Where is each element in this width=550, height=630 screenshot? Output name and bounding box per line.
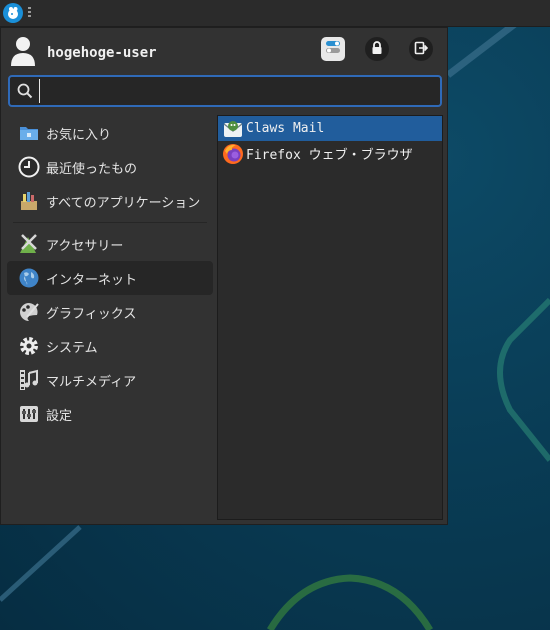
top-panel bbox=[0, 0, 550, 27]
panel-drag-handle[interactable] bbox=[28, 7, 31, 19]
category-recent[interactable]: 最近使ったもの bbox=[7, 150, 213, 184]
lock-screen-button[interactable] bbox=[365, 37, 389, 61]
accessories-icon bbox=[17, 232, 41, 256]
whisker-menu-icon[interactable] bbox=[3, 3, 23, 23]
all-apps-icon bbox=[17, 189, 41, 213]
whisker-menu: hogehoge-user お気に入り 最近使ったもの すべてのアプリケーション… bbox=[0, 27, 448, 525]
log-out-button[interactable] bbox=[409, 37, 433, 61]
category-list: お気に入り 最近使ったもの すべてのアプリケーション アクセサリー インターネッ… bbox=[7, 116, 213, 431]
firefox-icon bbox=[222, 143, 244, 165]
lock-icon bbox=[370, 40, 384, 59]
category-label: アクセサリー bbox=[46, 238, 124, 254]
app-item-claws-mail[interactable]: Claws Mail bbox=[218, 116, 442, 141]
logout-icon bbox=[414, 40, 429, 59]
category-label: すべてのアプリケーション bbox=[46, 195, 201, 211]
claws-mail-icon bbox=[222, 118, 244, 140]
category-accessories[interactable]: アクセサリー bbox=[7, 227, 213, 261]
clock-icon bbox=[17, 155, 41, 179]
category-all-apps[interactable]: すべてのアプリケーション bbox=[7, 184, 213, 218]
search-input[interactable] bbox=[39, 79, 416, 103]
user-icon[interactable] bbox=[9, 36, 37, 70]
category-internet[interactable]: インターネット bbox=[7, 261, 213, 295]
category-separator bbox=[13, 222, 207, 223]
user-name[interactable]: hogehoge-user bbox=[47, 45, 157, 61]
category-label: 設定 bbox=[46, 408, 73, 424]
favorites-folder-icon bbox=[17, 121, 41, 145]
category-graphics[interactable]: グラフィックス bbox=[7, 295, 213, 329]
multimedia-film-icon bbox=[17, 368, 41, 392]
app-item-firefox[interactable]: Firefox ウェブ・ブラウザ bbox=[218, 141, 442, 166]
category-system[interactable]: システム bbox=[7, 329, 213, 363]
category-label: インターネット bbox=[46, 272, 138, 288]
search-icon bbox=[17, 83, 33, 99]
category-settings[interactable]: 設定 bbox=[7, 397, 213, 431]
toggle-settings-icon bbox=[325, 39, 341, 59]
category-label: お気に入り bbox=[46, 127, 112, 143]
settings-manager-button[interactable] bbox=[321, 37, 345, 61]
app-label: Firefox ウェブ・ブラウザ bbox=[246, 148, 413, 163]
category-favorites[interactable]: お気に入り bbox=[7, 116, 213, 150]
category-multimedia[interactable]: マルチメディア bbox=[7, 363, 213, 397]
internet-globe-icon bbox=[17, 266, 41, 290]
graphics-palette-icon bbox=[17, 300, 41, 324]
search-box[interactable] bbox=[8, 75, 442, 107]
category-label: システム bbox=[46, 340, 98, 356]
app-label: Claws Mail bbox=[246, 121, 325, 136]
category-label: マルチメディア bbox=[46, 374, 137, 390]
settings-icon bbox=[17, 402, 41, 426]
system-gear-icon bbox=[17, 334, 41, 358]
app-list: Claws Mail Firefox ウェブ・ブラウザ bbox=[217, 115, 443, 520]
category-label: 最近使ったもの bbox=[46, 161, 138, 177]
category-label: グラフィックス bbox=[46, 306, 137, 322]
